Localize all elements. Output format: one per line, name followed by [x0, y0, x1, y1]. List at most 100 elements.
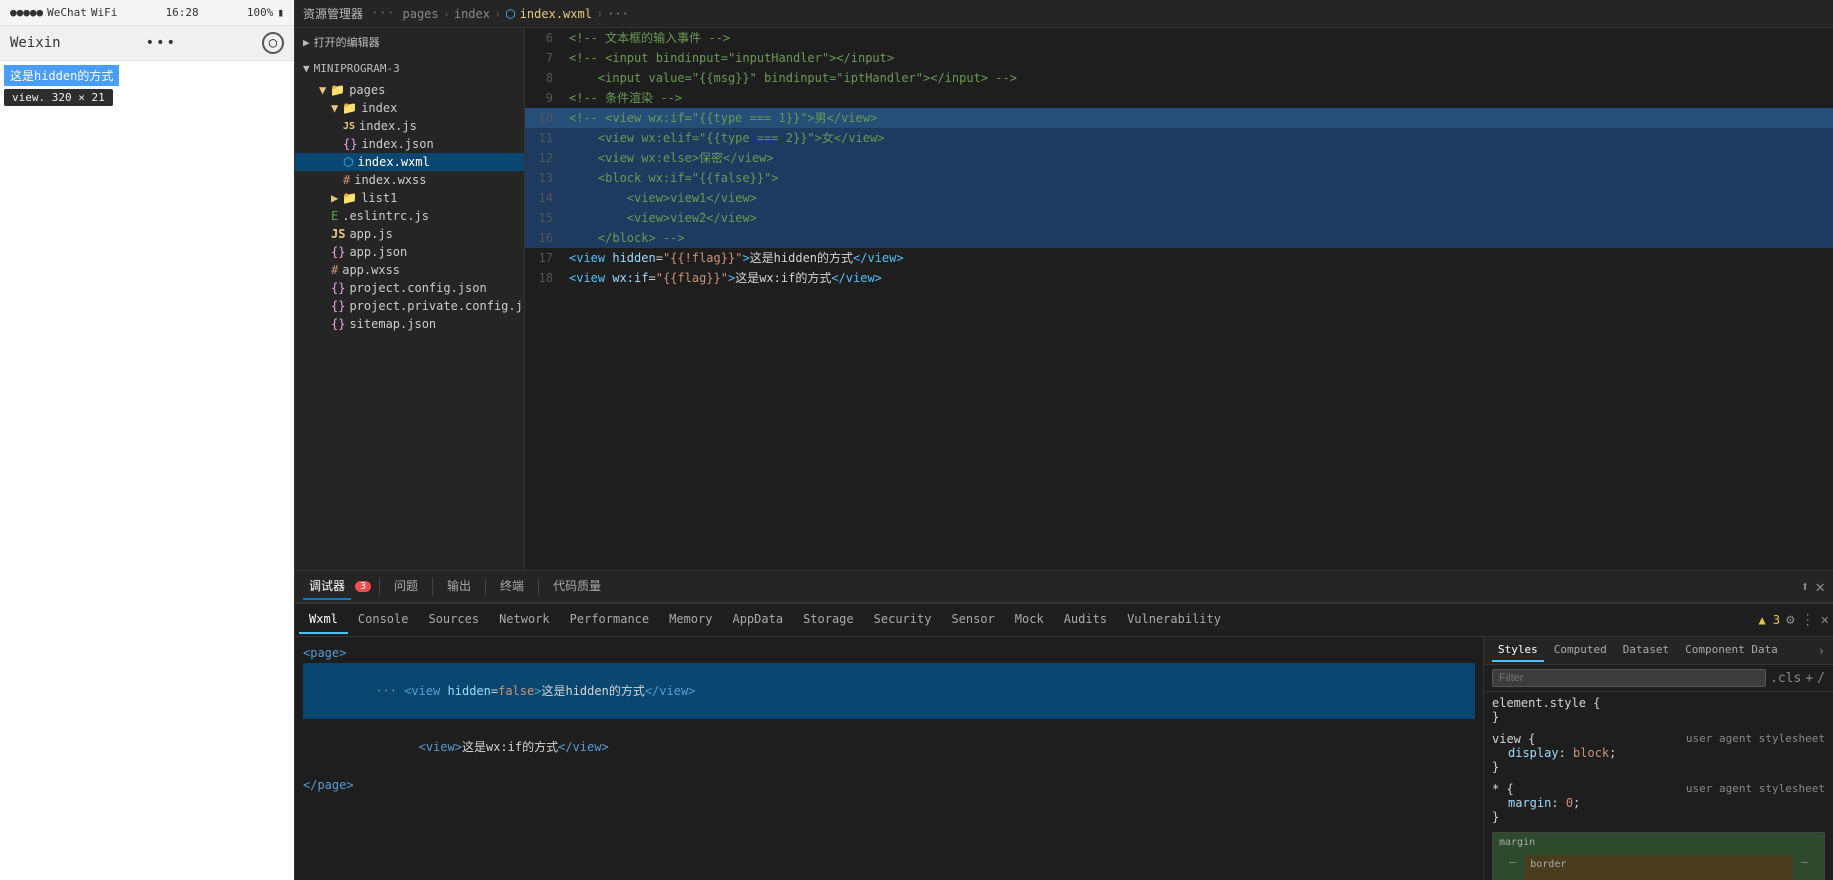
box-border: border — padding — 320 × 21 —: [1524, 855, 1793, 880]
toolbar-dots[interactable]: ···: [371, 6, 394, 21]
tree-item-eslintrc[interactable]: E .eslintrc.js: [295, 207, 524, 225]
eslint-file-icon: E: [331, 209, 338, 223]
tab-dataset[interactable]: Dataset: [1617, 639, 1675, 662]
code-line-16: 16 </block> -->: [525, 228, 1833, 248]
dom-line-page-close: </page>: [303, 775, 1475, 795]
close-devtools-icon[interactable]: ✕: [1821, 612, 1829, 628]
main-tab-storage[interactable]: Storage: [793, 606, 864, 634]
dom-line-hidden-view[interactable]: ··· <view hidden=false>这是hidden的方式</view…: [303, 663, 1475, 719]
tab-styles[interactable]: Styles: [1492, 639, 1544, 662]
tree-label-pages: pages: [349, 83, 385, 97]
tree-item-index[interactable]: ▼ 📁 index: [295, 99, 524, 117]
devtools-tab-group-top: 调试器 3 问题 输出 终端 代码质量: [303, 573, 607, 600]
tree-item-app-json[interactable]: {} app.json: [295, 243, 524, 261]
tab-component-data[interactable]: Component Data: [1679, 639, 1784, 662]
collapse-icon[interactable]: ⬆: [1801, 579, 1809, 595]
phone-status-right: 100% ▮: [247, 6, 284, 19]
main-tab-mock[interactable]: Mock: [1005, 606, 1054, 634]
filter-plus[interactable]: +: [1805, 671, 1813, 686]
json-file-icon: {}: [331, 281, 345, 295]
main-tab-audits[interactable]: Audits: [1054, 606, 1117, 634]
breadcrumb-item-2[interactable]: index: [454, 7, 490, 21]
box-model: margin — border — padding — 32: [1492, 832, 1825, 880]
main-tab-appdata[interactable]: AppData: [722, 606, 793, 634]
code-editor[interactable]: 6 <!-- 文本框的输入事件 --> 7 <!-- <input bindin…: [525, 28, 1833, 570]
wxss-file-icon: #: [343, 173, 350, 187]
margin-label: margin: [1499, 837, 1535, 848]
code-line-11: 11 <view wx:elif="{{type === 2}}">女</vie…: [525, 128, 1833, 148]
chevron-down-icon: ▼: [303, 62, 310, 75]
phone-nav-bar: Weixin ••• ○: [0, 26, 294, 61]
tree-label-list1: list1: [361, 191, 397, 205]
tree-item-sitemap[interactable]: {} sitemap.json: [295, 315, 524, 333]
code-line-13: 13 <block wx:if="{{false}}">: [525, 168, 1833, 188]
tab-computed[interactable]: Computed: [1548, 639, 1613, 662]
tree-item-app-wxss[interactable]: # app.wxss: [295, 261, 524, 279]
tree-item-project-config[interactable]: {} project.config.json: [295, 279, 524, 297]
style-close-view: }: [1492, 760, 1825, 774]
phone-status-left: ●●●●● WeChat WiFi: [10, 6, 117, 19]
tree-label-app-js: app.js: [349, 227, 392, 241]
tree-item-index-json[interactable]: {} index.json: [295, 135, 524, 153]
filter-cls[interactable]: .cls: [1770, 671, 1801, 686]
tree-item-list1[interactable]: ▶ 📁 list1: [295, 189, 524, 207]
nav-dots[interactable]: •••: [146, 35, 177, 51]
json-file-icon: {}: [331, 299, 345, 313]
tab-issues[interactable]: 问题: [388, 573, 424, 600]
warning-badge: ▲ 3: [1758, 613, 1780, 627]
breadcrumb-item-1[interactable]: pages: [403, 7, 439, 21]
breadcrumb-file-icon: ⬡: [505, 7, 515, 21]
breadcrumb-active[interactable]: index.wxml: [520, 7, 592, 21]
json-file-icon: {}: [343, 137, 357, 151]
phone-panel: ●●●●● WeChat WiFi 16:28 100% ▮ Weixin ••…: [0, 0, 295, 880]
tab-terminal[interactable]: 终端: [494, 573, 530, 600]
main-tab-sensor[interactable]: Sensor: [941, 606, 1004, 634]
tree-item-index-wxss[interactable]: # index.wxss: [295, 171, 524, 189]
dom-line-wxif-view[interactable]: <view>这是wx:if的方式</view>: [303, 719, 1475, 775]
code-line-10: 10 <!-- <view wx:if="{{type === 1}}">男</…: [525, 108, 1833, 128]
tree-label-index-json: index.json: [361, 137, 433, 151]
styles-filter-input[interactable]: [1492, 669, 1766, 687]
main-tab-security[interactable]: Security: [864, 606, 942, 634]
toolbar-title: 资源管理器: [303, 5, 363, 22]
more-icon[interactable]: ⋮: [1801, 612, 1815, 628]
main-tab-memory[interactable]: Memory: [659, 606, 722, 634]
filter-slash[interactable]: /: [1817, 671, 1825, 686]
tree-label-eslintrc: .eslintrc.js: [342, 209, 429, 223]
tree-item-app-js[interactable]: JS app.js: [295, 225, 524, 243]
tree-item-index-wxml[interactable]: ⬡ index.wxml: [295, 153, 524, 171]
main-tab-console[interactable]: Console: [348, 606, 419, 634]
tab-code-quality[interactable]: 代码质量: [547, 573, 607, 600]
json-file-icon: {}: [331, 317, 345, 331]
settings-icon[interactable]: ⚙: [1786, 612, 1794, 628]
dom-line-page: <page>: [303, 643, 1475, 663]
expand-styles-icon[interactable]: ›: [1818, 644, 1825, 658]
border-right-dash: —: [1774, 875, 1781, 880]
tree-item-pages[interactable]: ▼ 📁 pages: [295, 81, 524, 99]
tab-debugger[interactable]: 调试器: [303, 573, 351, 600]
style-selector-element: element.style {: [1492, 696, 1825, 710]
nav-circle-icon[interactable]: ○: [262, 32, 284, 54]
tree-item-index-js[interactable]: JS index.js: [295, 117, 524, 135]
main-tab-vulnerability[interactable]: Vulnerability: [1117, 606, 1231, 634]
breadcrumb-more[interactable]: ···: [607, 7, 629, 21]
main-tab-sources[interactable]: Sources: [418, 606, 489, 634]
tree-item-project-private[interactable]: {} project.private.config.js...: [295, 297, 524, 315]
tab-output[interactable]: 输出: [441, 573, 477, 600]
main-tab-wxml[interactable]: Wxml: [299, 606, 348, 634]
main-tab-network[interactable]: Network: [489, 606, 560, 634]
code-line-14: 14 <view>view1</view>: [525, 188, 1833, 208]
devtools-main-tabs: Wxml Console Sources Network Performance…: [299, 606, 1756, 634]
style-close-element: }: [1492, 710, 1825, 724]
close-icon[interactable]: ✕: [1815, 577, 1825, 596]
tree-label-project-private: project.private.config.js...: [349, 299, 525, 313]
styles-tabs: Styles Computed Dataset Component Data ›: [1484, 637, 1833, 665]
explorer-header-project[interactable]: ▼ MINIPROGRAM-3: [295, 56, 524, 81]
dom-inspector[interactable]: <page> ··· <view hidden=false>这是hidden的方…: [295, 637, 1483, 880]
chevron-down-icon: ▼: [331, 101, 338, 115]
devtools-content: <page> ··· <view hidden=false>这是hidden的方…: [295, 637, 1833, 880]
tree-label-index: index: [361, 101, 397, 115]
main-tab-performance[interactable]: Performance: [560, 606, 659, 634]
margin-left-dash: —: [1509, 855, 1516, 869]
explorer-header-open[interactable]: ▶ 打开的编辑器: [295, 28, 524, 56]
